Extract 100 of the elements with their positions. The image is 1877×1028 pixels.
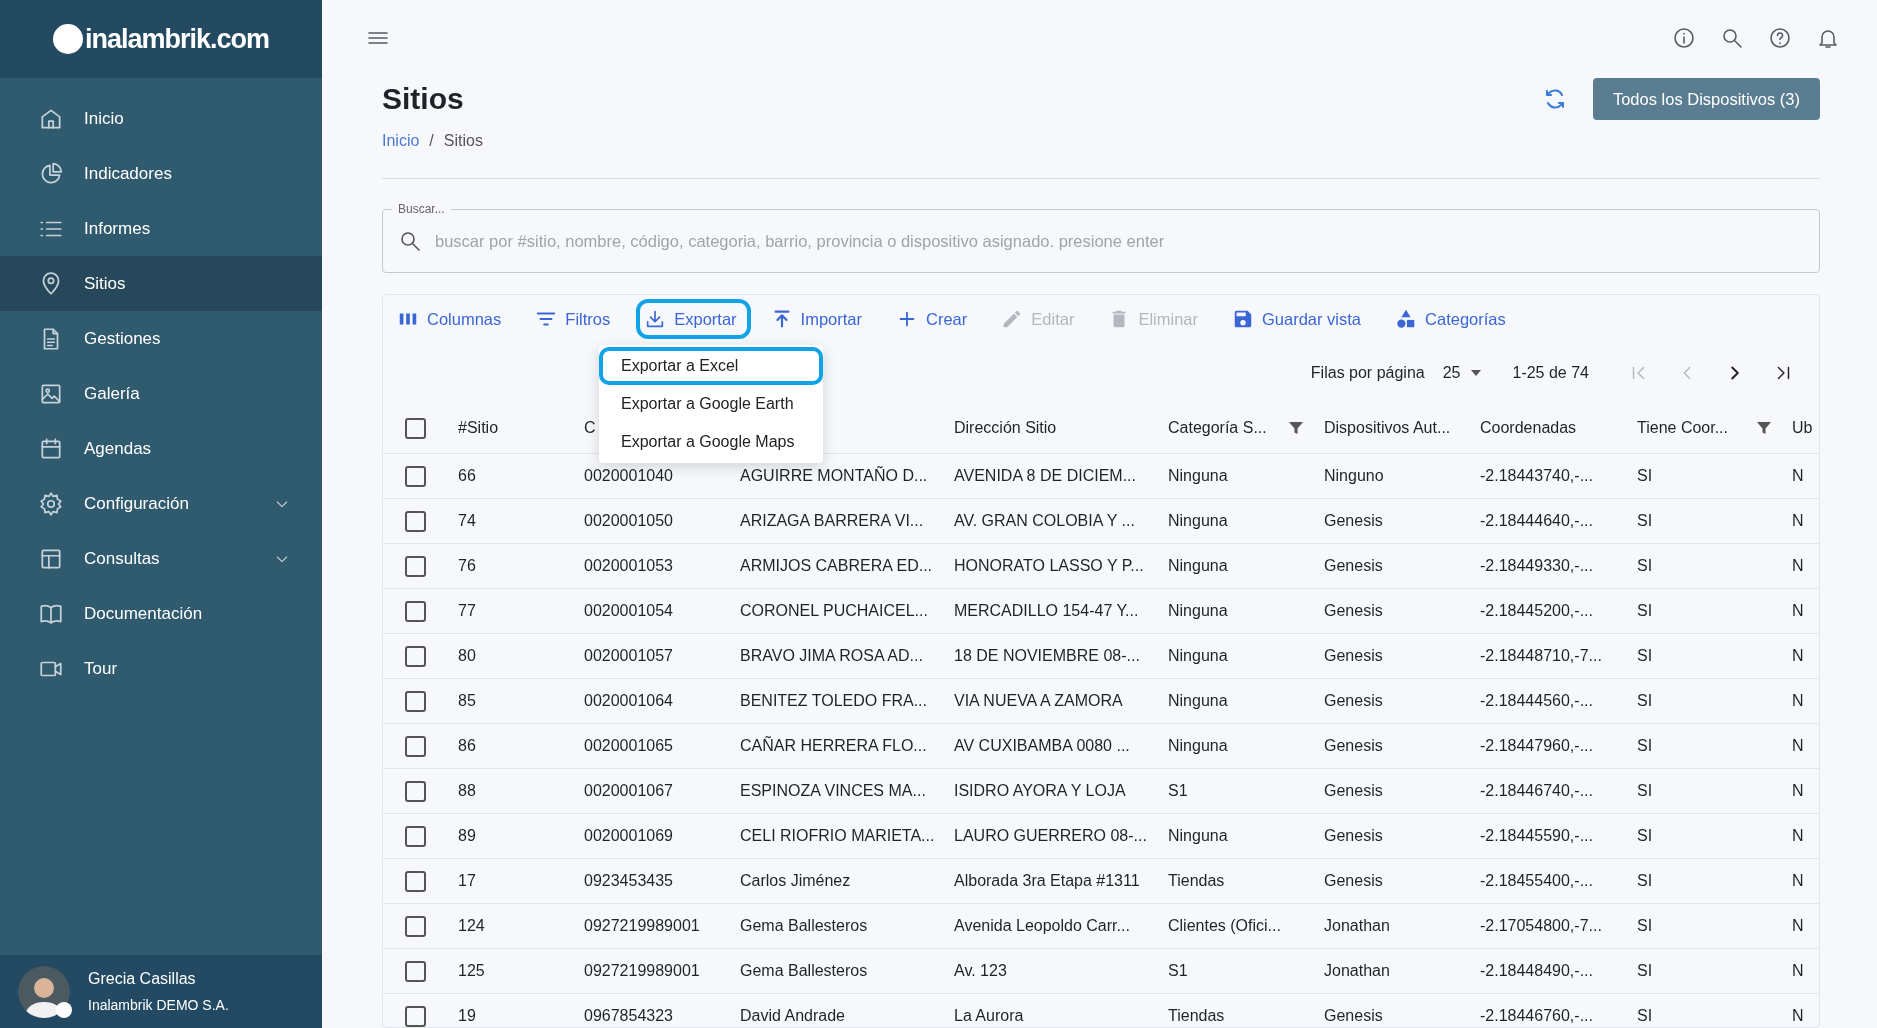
- table-cell: -2.18445590,-...: [1480, 827, 1593, 844]
- company-name: Inalambrik DEMO S.A.: [88, 996, 229, 1015]
- caret-icon: [1470, 369, 1483, 377]
- sidebar-item[interactable]: Agendas: [0, 421, 322, 476]
- table-cell: SI: [1637, 782, 1653, 799]
- checkbox[interactable]: [405, 510, 426, 532]
- column-header[interactable]: #Sitio: [458, 416, 499, 440]
- toolbar-button[interactable]: Guardar vista: [1224, 298, 1376, 340]
- filter-icon[interactable]: [1288, 420, 1304, 436]
- checkbox[interactable]: [405, 1005, 426, 1027]
- table-cell: 0020001069: [584, 827, 673, 844]
- table-cell: ESPINOZA VINCES MA...: [740, 782, 926, 799]
- table-cell: Ninguna: [1168, 737, 1228, 754]
- table-cell: 19: [458, 1007, 476, 1024]
- checkbox[interactable]: [405, 600, 426, 622]
- column-header[interactable]: Dispositivos Aut...: [1324, 416, 1451, 440]
- table-cell: AV. GRAN COLOBIA Y ...: [954, 512, 1135, 529]
- column-header[interactable]: Coordenadas: [1480, 416, 1577, 440]
- table-cell: -2.18444560,-...: [1480, 692, 1593, 709]
- table-cell: -2.18455400,-...: [1480, 872, 1593, 889]
- table-cell: Ninguna: [1168, 602, 1228, 619]
- table-cell: SI: [1637, 917, 1653, 934]
- column-header[interactable]: Categoría S...: [1168, 416, 1267, 440]
- table-cell: 86: [458, 737, 476, 754]
- table-cell: HONORATO LASSO Y P...: [954, 557, 1144, 574]
- logo-icon: [52, 24, 83, 54]
- sidebar-item[interactable]: Tour: [0, 641, 322, 696]
- table-cell: CELI RIOFRIO MARIETA...: [740, 827, 935, 844]
- checkbox[interactable]: [405, 417, 426, 439]
- table-cell: AGUIRRE MONTAÑO D...: [740, 467, 928, 484]
- table-cell: S1: [1168, 962, 1188, 979]
- table-cell: SI: [1637, 1007, 1653, 1024]
- rows-per-page-select[interactable]: 25: [1442, 361, 1483, 385]
- table-cell: Tiendas: [1168, 1007, 1225, 1024]
- table-cell: 0020001065: [584, 737, 673, 754]
- sidebar-item[interactable]: Documentación: [0, 586, 322, 641]
- table-cell: SI: [1637, 647, 1653, 664]
- table-cell: Ninguna: [1168, 692, 1228, 709]
- table-cell: Alborada 3ra Etapa #1311: [954, 872, 1140, 889]
- user-name: Grecia Casillas: [88, 969, 197, 989]
- sidebar-item[interactable]: Consultas: [0, 531, 322, 586]
- checkbox[interactable]: [405, 870, 426, 892]
- table-cell: SI: [1637, 512, 1653, 529]
- filter-icon[interactable]: [1756, 420, 1772, 436]
- page-title: Sitios: [382, 81, 464, 117]
- table-cell: Genesis: [1324, 782, 1383, 799]
- table-cell: 74: [458, 512, 476, 529]
- toolbar-button[interactable]: Importar: [762, 298, 876, 340]
- table-cell: N: [1792, 557, 1804, 574]
- table-cell: Genesis: [1324, 602, 1383, 619]
- column-header[interactable]: Dirección Sitio: [954, 416, 1057, 440]
- toolbar-button[interactable]: Columnas: [389, 298, 516, 340]
- table-cell: SI: [1637, 737, 1653, 754]
- table-cell: N: [1792, 602, 1804, 619]
- toolbar-button[interactable]: Crear: [888, 298, 982, 340]
- logo-text: inalambrik.com: [84, 22, 270, 56]
- table-cell: 0020001053: [584, 557, 673, 574]
- checkbox[interactable]: [405, 780, 426, 802]
- checkbox[interactable]: [405, 960, 426, 982]
- help-icon: [1768, 26, 1792, 50]
- checkbox[interactable]: [405, 465, 426, 487]
- toolbar-button[interactable]: Exportar: [636, 298, 751, 340]
- column-header[interactable]: Ub: [1792, 416, 1813, 440]
- column-header[interactable]: C: [584, 416, 596, 440]
- table-cell: SI: [1637, 557, 1653, 574]
- checkbox[interactable]: [405, 735, 426, 757]
- table-cell: 0927219989001: [584, 962, 700, 979]
- table-cell: -2.18448710,-7...: [1480, 647, 1602, 664]
- breadcrumb-link[interactable]: Inicio: [382, 129, 420, 153]
- sidebar-item[interactable]: Informes: [0, 201, 322, 256]
- table-cell: SI: [1637, 827, 1653, 844]
- table-cell: Ninguna: [1168, 557, 1228, 574]
- sidebar-item[interactable]: Indicadores: [0, 146, 322, 201]
- table-cell: -2.18448490,-...: [1480, 962, 1593, 979]
- table-cell: Ninguno: [1324, 467, 1384, 484]
- checkbox[interactable]: [405, 645, 426, 667]
- table-cell: 0927219989001: [584, 917, 700, 934]
- checkbox[interactable]: [405, 915, 426, 937]
- table-cell: Tiendas: [1168, 872, 1225, 889]
- avatar-icon: [18, 965, 70, 1018]
- sidebar-item[interactable]: Gestiones: [0, 311, 322, 366]
- table-cell: SI: [1637, 872, 1653, 889]
- menu-item[interactable]: Exportar a Excel: [599, 347, 823, 385]
- checkbox[interactable]: [405, 555, 426, 577]
- toolbar-button[interactable]: Categorías: [1387, 298, 1520, 340]
- table-cell: Ninguna: [1168, 647, 1228, 664]
- checkbox[interactable]: [405, 825, 426, 847]
- sidebar-item[interactable]: Configuración: [0, 476, 322, 531]
- table-cell: -2.18444640,-...: [1480, 512, 1593, 529]
- column-header[interactable]: Tiene Coor...: [1637, 416, 1728, 440]
- table-cell: Av. 123: [954, 962, 1007, 979]
- sidebar-item[interactable]: Inicio: [0, 91, 322, 146]
- toolbar-button[interactable]: Filtros: [527, 298, 625, 340]
- sidebar-item[interactable]: Sitios: [0, 256, 322, 311]
- table-cell: -2.18446740,-...: [1480, 782, 1593, 799]
- checkbox[interactable]: [405, 690, 426, 712]
- devices-button[interactable]: Todos los Dispositivos (3): [1592, 78, 1820, 120]
- table-cell: 0020001054: [584, 602, 673, 619]
- table-cell: La Aurora: [954, 1007, 1024, 1024]
- sidebar-item[interactable]: Galería: [0, 366, 322, 421]
